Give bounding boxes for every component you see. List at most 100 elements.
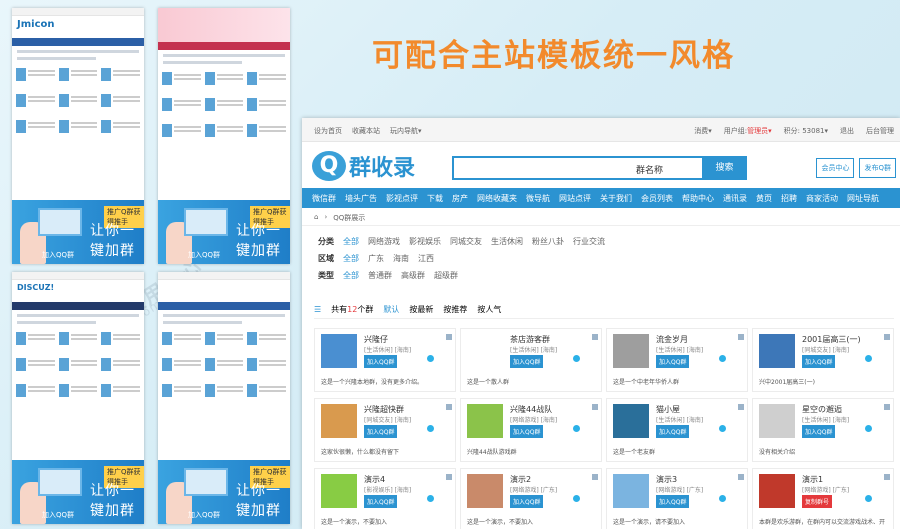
nav-item[interactable]: 网络收藏夹 [477,193,517,204]
nav-item[interactable]: 通讯录 [723,193,747,204]
filter-option[interactable]: 广东 [368,253,384,264]
group-name[interactable]: 星空の邂逅 [802,404,842,415]
site-logo[interactable]: Q 群收录 [312,150,415,182]
admin-link[interactable]: 后台管理 [866,126,894,136]
group-name[interactable]: 演示4 [364,474,385,485]
heart-icon[interactable] [719,495,726,502]
heart-icon[interactable] [865,495,872,502]
home-icon[interactable]: ⌂ [314,213,318,221]
set-homepage-link[interactable]: 设为首页 [314,126,342,136]
group-card[interactable]: 演示1 [网络游戏] [广东] 复制群号 本群是欢乐游群，在群内可以交流游戏战术、开 [752,468,894,529]
publish-group-button[interactable]: 发布Q群 [859,158,896,178]
group-avatar[interactable] [759,404,795,438]
flag-icon[interactable] [592,334,598,340]
group-avatar[interactable] [321,404,357,438]
join-group-button[interactable]: 复制群号 [802,495,833,508]
flag-icon[interactable] [446,334,452,340]
nav-item[interactable]: 微信群 [312,193,336,204]
nav-item[interactable]: 商家活动 [806,193,838,204]
flag-icon[interactable] [738,334,744,340]
group-avatar[interactable] [613,404,649,438]
flag-icon[interactable] [592,474,598,480]
filter-option[interactable]: 海南 [393,253,409,264]
group-name[interactable]: 猫小屋 [656,404,680,415]
group-card[interactable]: 兴隆仔 [生活休闲] [海南] 加入QQ群 这是一个兴隆本地群，没有更多介绍。 [314,328,456,392]
filter-option[interactable]: 全部 [343,270,359,281]
heart-icon[interactable] [573,425,580,432]
flag-icon[interactable] [446,474,452,480]
heart-icon[interactable] [573,355,580,362]
filter-option[interactable]: 江西 [418,253,434,264]
group-name[interactable]: 演示2 [510,474,531,485]
flag-icon[interactable] [738,404,744,410]
group-card[interactable]: 星空の邂逅 [生活休闲] [海南] 加入QQ群 没有相关介绍 [752,398,894,462]
heart-icon[interactable] [427,495,434,502]
join-group-button[interactable]: 加入QQ群 [364,355,398,368]
logout-link[interactable]: 退出 [840,126,854,136]
heart-icon[interactable] [573,495,580,502]
join-group-button[interactable]: 加入QQ群 [510,355,544,368]
filter-option[interactable]: 同城交友 [450,236,482,247]
group-avatar[interactable] [613,474,649,508]
group-name[interactable]: 演示3 [656,474,677,485]
nav-item[interactable]: 招聘 [781,193,797,204]
flag-icon[interactable] [884,334,890,340]
group-avatar[interactable] [613,334,649,368]
heart-icon[interactable] [719,355,726,362]
sort-option[interactable]: 按推荐 [443,304,467,315]
nav-item[interactable]: 房产 [452,193,468,204]
flag-icon[interactable] [592,404,598,410]
nav-item[interactable]: 下载 [427,193,443,204]
site-nav-dropdown[interactable]: 玩内导航▾ [390,126,422,136]
group-card[interactable]: 演示4 [影视娱乐] [海南] 加入QQ群 这是一个演示，不要加入 [314,468,456,529]
group-avatar[interactable] [759,334,795,368]
heart-icon[interactable] [427,425,434,432]
sort-option[interactable]: 默认 [383,304,399,315]
heart-icon[interactable] [719,425,726,432]
nav-item[interactable]: 网站点评 [559,193,591,204]
nav-item[interactable]: 影视点评 [386,193,418,204]
heart-icon[interactable] [865,425,872,432]
group-card[interactable]: 猫小屋 [生活休闲] [海南] 加入QQ群 这是一个老友群 [606,398,748,462]
flag-icon[interactable] [446,404,452,410]
sort-option[interactable]: 按最新 [409,304,433,315]
nav-item[interactable]: 会员列表 [641,193,673,204]
bookmark-link[interactable]: 收藏本站 [352,126,380,136]
filter-option[interactable]: 普通群 [368,270,392,281]
group-name[interactable]: 兴隆44战队 [510,404,552,415]
flag-icon[interactable] [738,474,744,480]
nav-item[interactable]: 关于我们 [600,193,632,204]
usergroup-value[interactable]: 管理员▾ [747,127,772,135]
nav-item[interactable]: 帮助中心 [682,193,714,204]
join-group-button[interactable]: 加入QQ群 [510,495,544,508]
heart-icon[interactable] [865,355,872,362]
filter-option[interactable]: 全部 [343,253,359,264]
filter-option[interactable]: 高级群 [401,270,425,281]
nav-item[interactable]: 网址导航 [847,193,879,204]
member-center-button[interactable]: 会员中心 [816,158,855,178]
sort-option[interactable]: 按人气 [477,304,501,315]
nav-item[interactable]: 微导航 [526,193,550,204]
group-avatar[interactable] [467,404,503,438]
join-group-button[interactable]: 加入QQ群 [364,495,398,508]
join-group-button[interactable]: 加入QQ群 [656,495,690,508]
group-card[interactable]: 演示2 [网络游戏] [广东] 加入QQ群 这是一个演示，不要加入 [460,468,602,529]
group-name[interactable]: 兴隆超快群 [364,404,404,415]
filter-option[interactable]: 行业交流 [573,236,605,247]
group-avatar[interactable] [321,474,357,508]
filter-option[interactable]: 超级群 [434,270,458,281]
group-card[interactable]: 茶店游客群 [生活休闲] [海南] 加入QQ群 这是一个散人群 [460,328,602,392]
filter-option[interactable]: 网络游戏 [368,236,400,247]
filter-option[interactable]: 粉丝八卦 [532,236,564,247]
join-group-button[interactable]: 加入QQ群 [510,425,544,438]
join-group-button[interactable]: 加入QQ群 [802,425,836,438]
nav-item[interactable]: 黄页 [756,193,772,204]
group-card[interactable]: 流金岁月 [生活休闲] [海南] 加入QQ群 这是一个中老年华侨人群 [606,328,748,392]
search-button[interactable]: 搜索 [702,156,747,180]
consume-dropdown[interactable]: 消费▾ [694,126,712,136]
flag-icon[interactable] [884,404,890,410]
heart-icon[interactable] [427,355,434,362]
group-avatar[interactable] [467,334,503,368]
group-name[interactable]: 2001届高三(一) [802,334,861,345]
search-input[interactable]: 群名称 [636,163,663,176]
